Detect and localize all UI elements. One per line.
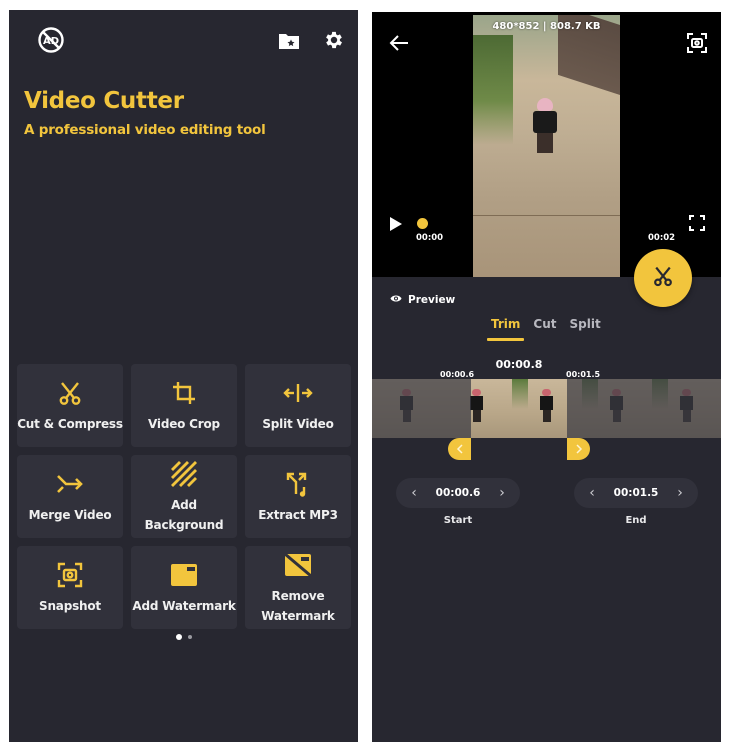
split-icon	[283, 378, 313, 408]
page-indicator	[9, 634, 358, 640]
remove-watermark-icon	[283, 550, 313, 580]
timeline-excluded-left	[372, 379, 471, 438]
tool-label: Snapshot	[39, 598, 101, 613]
app-subtitle: A professional video editing tool	[24, 122, 266, 138]
background-pattern-icon	[169, 459, 199, 489]
fullscreen-icon[interactable]	[688, 214, 706, 232]
app-title: Video Cutter	[24, 88, 184, 114]
tool-add-watermark[interactable]: Add Watermark	[131, 546, 237, 629]
total-time: 00:02	[648, 233, 676, 243]
end-decrement-button[interactable]: ‹	[586, 485, 598, 501]
preview-label: Preview	[408, 294, 456, 306]
tab-cut[interactable]: Cut	[533, 317, 556, 337]
tool-label: Cut & Compress	[17, 416, 123, 431]
cut-action-button[interactable]	[634, 249, 692, 307]
play-icon[interactable]	[387, 214, 405, 234]
tool-split-video[interactable]: Split Video	[245, 364, 351, 447]
tool-label: Merge Video	[28, 507, 112, 522]
tools-grid: Cut & Compress Video Crop Split Video Me…	[17, 364, 352, 629]
tool-label: Video Crop	[148, 416, 220, 431]
start-decrement-button[interactable]: ‹	[408, 485, 420, 501]
end-time-value: 00:01.5	[613, 487, 659, 499]
timeline-excluded-right	[567, 379, 721, 438]
tab-split[interactable]: Split	[570, 317, 601, 337]
scissors-icon	[55, 378, 85, 408]
chevron-right-icon	[575, 444, 582, 454]
start-increment-button[interactable]: ›	[496, 485, 508, 501]
page-dot[interactable]	[187, 635, 192, 639]
end-label: End	[625, 515, 647, 526]
extract-audio-icon	[283, 469, 313, 499]
gear-icon[interactable]	[320, 26, 348, 54]
start-time-stepper: ‹ 00:00.6 ›	[396, 478, 520, 508]
tool-remove-watermark[interactable]: Remove Watermark	[245, 546, 351, 629]
tool-label: Extract MP3	[258, 507, 338, 522]
snapshot-icon	[55, 560, 85, 590]
tool-add-background[interactable]: Add Background	[131, 455, 237, 538]
video-frame	[473, 15, 620, 277]
watermark-icon	[169, 560, 199, 590]
page-dot-active[interactable]	[175, 634, 182, 640]
home-screen: AD Video Cutter A professional video edi…	[9, 10, 358, 742]
favorite-folder-icon[interactable]	[275, 27, 303, 55]
tool-label: Add Watermark	[132, 598, 236, 613]
start-time-value: 00:00.6	[435, 487, 481, 499]
video-player[interactable]: 480*852 | 808.7 KB 00:00 00:02	[372, 12, 721, 277]
screenshot-icon[interactable]	[685, 31, 709, 55]
marker-end-time: 00:01.5	[566, 370, 601, 379]
eye-icon	[390, 294, 402, 306]
trim-start-handle[interactable]	[448, 438, 471, 460]
crop-icon	[169, 378, 199, 408]
end-time-stepper: ‹ 00:01.5 ›	[574, 478, 698, 508]
video-info: 480*852 | 808.7 KB	[492, 21, 601, 32]
end-increment-button[interactable]: ›	[674, 485, 686, 501]
tool-merge-video[interactable]: Merge Video	[17, 455, 123, 538]
preview-button[interactable]: Preview	[390, 294, 455, 306]
tool-snapshot[interactable]: Snapshot	[17, 546, 123, 629]
tool-label: Split Video	[262, 416, 334, 431]
chevron-left-icon	[456, 444, 463, 454]
tool-label: Add Background	[144, 497, 224, 532]
tool-video-crop[interactable]: Video Crop	[131, 364, 237, 447]
mode-tabs: Trim Cut Split	[486, 317, 601, 341]
no-ads-icon[interactable]: AD	[37, 26, 65, 54]
tool-cut-compress[interactable]: Cut & Compress	[17, 364, 123, 447]
seek-handle[interactable]	[417, 218, 428, 229]
back-arrow-icon[interactable]	[387, 31, 411, 55]
tab-trim[interactable]: Trim	[486, 317, 525, 341]
editor-screen: 480*852 | 808.7 KB 00:00 00:02 Preview T…	[372, 12, 721, 742]
merge-icon	[55, 469, 85, 499]
trim-end-handle[interactable]	[567, 438, 590, 460]
selection-duration: 00:00.8	[495, 358, 543, 371]
marker-start-time: 00:00.6	[440, 370, 475, 379]
tool-label: Remove Watermark	[261, 588, 335, 623]
tool-extract-mp3[interactable]: Extract MP3	[245, 455, 351, 538]
scissors-icon	[652, 265, 674, 291]
current-time: 00:00	[416, 233, 444, 243]
start-label: Start	[443, 515, 473, 526]
